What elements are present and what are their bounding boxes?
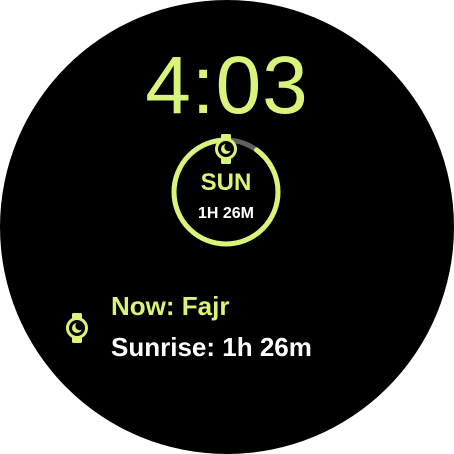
next-prayer[interactable]: Sunrise: 1h 26m: [111, 331, 312, 363]
watch-moon-icon: [66, 313, 88, 343]
watch-moon-icon: [215, 134, 237, 164]
watch-face: 4:03 SUN 1H 26M Now: Fajr Sunrise: 1h 26…: [0, 0, 454, 454]
day-complication[interactable]: SUN 1H 26M: [169, 133, 283, 251]
countdown-text: 1H 26M: [197, 205, 255, 222]
day-of-week: SUN: [200, 169, 252, 196]
current-prayer[interactable]: Now: Fajr: [111, 290, 229, 322]
clock-time[interactable]: 4:03: [0, 38, 454, 134]
